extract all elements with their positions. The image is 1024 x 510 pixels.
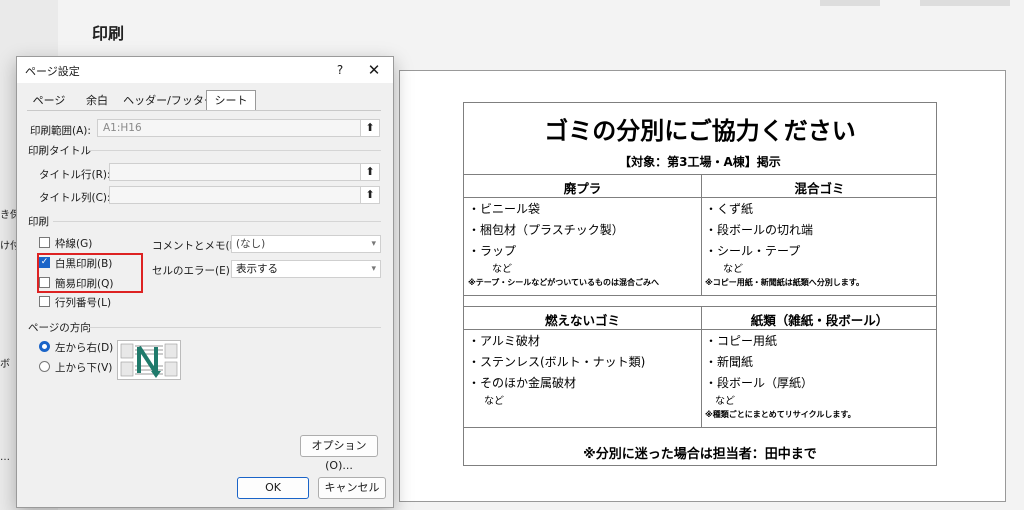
page-order-group-label: ページの方向 bbox=[28, 322, 91, 334]
table-divider bbox=[464, 295, 936, 296]
cell-errors-select-value: 表示する bbox=[236, 263, 278, 275]
page-setup-dialog: ページ設定 ? ✕ ページ 余白 ヘッダー/フッター シート 印刷範囲(A): … bbox=[16, 56, 394, 508]
cell-errors-label: セルのエラー(E): bbox=[152, 265, 234, 277]
category-heading: 燃えないゴミ bbox=[544, 313, 620, 328]
group-divider bbox=[53, 221, 381, 222]
row-col-headings-label: 行列番号(L) bbox=[55, 297, 112, 309]
print-titles-group-label: 印刷タイトル bbox=[28, 145, 91, 157]
category-note: ※テープ・シールなどがついているものは混合ごみへ bbox=[468, 278, 660, 287]
tab-sheet[interactable]: シート bbox=[206, 90, 256, 111]
help-button[interactable]: ? bbox=[330, 61, 350, 79]
row-col-headings-checkbox[interactable] bbox=[39, 296, 50, 307]
category-items: ・ビニール袋 ・梱包材（プラスチック製） ・ラップ など ※テープ・シールなどが… bbox=[468, 199, 702, 289]
ribbon-decoration-icon bbox=[820, 0, 1010, 6]
preview-sheet-table: ゴミの分別にご協力ください 【対象：第3工場・A棟】掲示 廃プラ ・ビニール袋 … bbox=[463, 102, 937, 466]
close-button[interactable]: ✕ bbox=[362, 60, 386, 80]
group-divider bbox=[87, 150, 381, 151]
red-highlight-box bbox=[37, 253, 143, 293]
print-area-input[interactable]: A1:H16 bbox=[97, 119, 361, 137]
list-item: ・新聞紙 bbox=[705, 355, 754, 369]
group-divider bbox=[89, 327, 381, 328]
table-divider bbox=[464, 174, 936, 175]
category-items: ・くず紙 ・段ボールの切れ端 ・シール・テープ など ※コピー用紙・新聞紙は紙類… bbox=[705, 199, 939, 289]
options-button[interactable]: オプション(O)... bbox=[300, 435, 378, 472]
over-then-down-radio[interactable] bbox=[39, 361, 50, 372]
list-item: ・くず紙 bbox=[705, 202, 754, 216]
cell-errors-select[interactable]: 表示する ▾ bbox=[231, 260, 381, 278]
table-divider bbox=[464, 306, 936, 307]
chevron-down-icon: ▾ bbox=[371, 264, 376, 274]
collapse-dialog-icon[interactable]: ⬆ bbox=[360, 119, 380, 137]
cancel-button[interactable]: キャンセル bbox=[318, 477, 386, 499]
edge-fragment: … bbox=[0, 452, 10, 463]
etc-label: など bbox=[492, 264, 512, 275]
list-item: ・ステンレス(ボルト・ナット類) bbox=[468, 355, 646, 369]
category-note: ※種類ごとにまとめてリサイクルします。 bbox=[705, 410, 856, 419]
list-item: ・段ボール（厚紙） bbox=[705, 376, 814, 390]
collapse-dialog-icon[interactable]: ⬆ bbox=[360, 163, 380, 181]
list-item: ・アルミ破材 bbox=[468, 334, 540, 348]
tab-page[interactable]: ページ bbox=[27, 91, 71, 111]
sheet-subtitle: 【対象：第3工場・A棟】掲示 bbox=[619, 155, 781, 169]
down-then-over-label: 左から右(D) bbox=[55, 342, 114, 354]
sheet-footer: ※分別に迷った場合は担当者：田中まで bbox=[583, 447, 817, 462]
print-heading: 印刷 bbox=[92, 24, 125, 43]
category-items: ・アルミ破材 ・ステンレス(ボルト・ナット類) ・そのほか金属破材 など bbox=[468, 331, 702, 409]
page-order-preview-icon bbox=[117, 340, 181, 380]
table-divider bbox=[464, 329, 936, 330]
print-preview-page: ゴミの分別にご協力ください 【対象：第3工場・A棟】掲示 廃プラ ・ビニール袋 … bbox=[399, 70, 1006, 502]
list-item: ・コピー用紙 bbox=[705, 334, 778, 348]
down-then-over-radio[interactable] bbox=[39, 341, 50, 352]
dialog-title: ページ設定 bbox=[25, 65, 80, 78]
chevron-down-icon: ▾ bbox=[371, 239, 376, 249]
edge-fragment: ボ bbox=[0, 359, 10, 370]
tab-header-footer[interactable]: ヘッダー/フッター bbox=[121, 91, 217, 111]
category-heading: 廃プラ bbox=[563, 181, 602, 196]
category-items: ・コピー用紙 ・新聞紙 ・段ボール（厚紙） など ※種類ごとにまとめてリサイクル… bbox=[705, 331, 939, 421]
tab-margins[interactable]: 余白 bbox=[77, 91, 117, 111]
list-item: ・ビニール袋 bbox=[468, 202, 541, 216]
etc-label: など bbox=[723, 264, 743, 275]
print-group-label: 印刷 bbox=[28, 216, 49, 228]
category-heading: 紙類（雑紙・段ボール） bbox=[750, 313, 889, 328]
list-item: ・段ボールの切れ端 bbox=[705, 223, 814, 237]
etc-label: など bbox=[715, 396, 735, 407]
comments-select[interactable]: (なし) ▾ bbox=[231, 235, 381, 253]
title-cols-label: タイトル列(C): bbox=[39, 192, 111, 204]
dialog-titlebar[interactable]: ページ設定 ? ✕ bbox=[17, 57, 393, 83]
title-rows-input[interactable] bbox=[109, 163, 361, 181]
category-note: ※コピー用紙・新聞紙は紙類へ分別します。 bbox=[705, 278, 864, 287]
list-item: ・シール・テープ bbox=[705, 244, 801, 258]
comments-select-value: (なし) bbox=[236, 238, 266, 250]
etc-label: など bbox=[484, 396, 504, 407]
collapse-dialog-icon[interactable]: ⬆ bbox=[360, 186, 380, 204]
table-divider bbox=[464, 427, 936, 428]
table-divider bbox=[464, 197, 936, 198]
sheet-title: ゴミの分別にご協力ください bbox=[544, 117, 856, 145]
category-heading: 混合ゴミ bbox=[794, 181, 845, 196]
print-area-label: 印刷範囲(A): bbox=[30, 125, 91, 137]
title-cols-input[interactable] bbox=[109, 186, 361, 204]
gridlines-checkbox[interactable] bbox=[39, 237, 50, 248]
gridlines-label: 枠線(G) bbox=[55, 238, 93, 250]
list-item: ・そのほか金属破材 bbox=[468, 376, 577, 390]
over-then-down-label: 上から下(V) bbox=[55, 362, 113, 374]
ok-button[interactable]: OK bbox=[237, 477, 309, 499]
list-item: ・梱包材（プラスチック製） bbox=[468, 223, 624, 237]
list-item: ・ラップ bbox=[468, 244, 517, 258]
title-rows-label: タイトル行(R): bbox=[39, 169, 111, 181]
